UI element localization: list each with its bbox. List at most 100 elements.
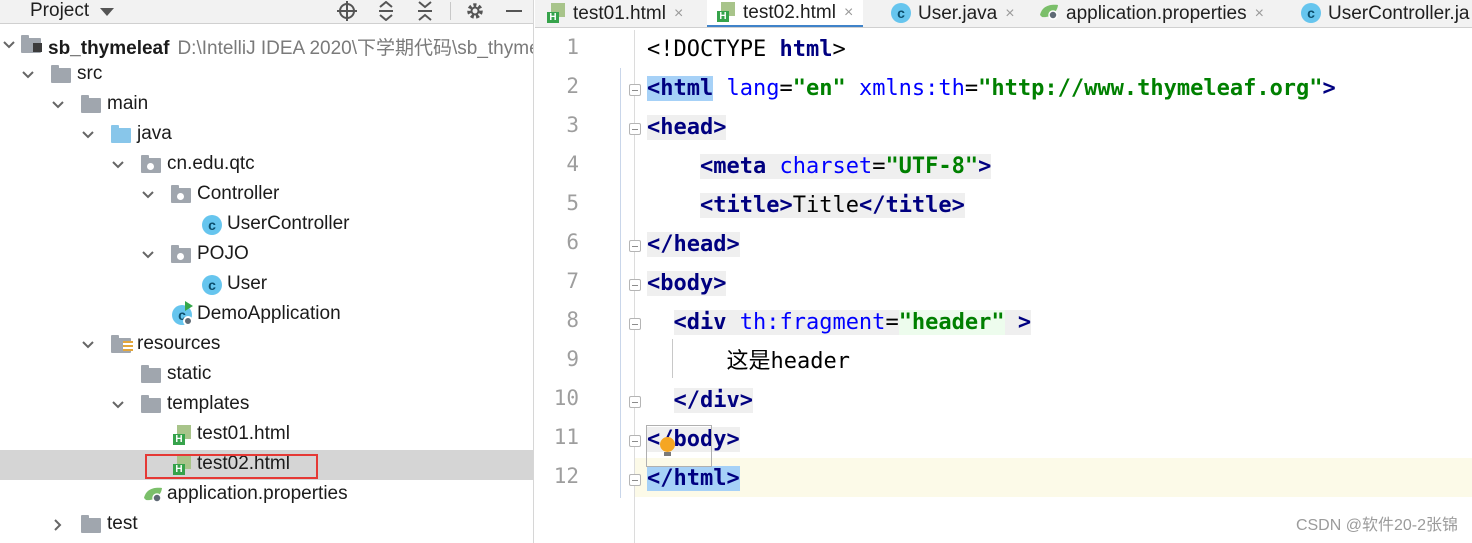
class-icon: c	[201, 275, 223, 295]
chevron-down-icon[interactable]	[111, 398, 125, 412]
tree-item-resources[interactable]: resources	[0, 330, 533, 360]
tree-item-application-properties[interactable]: application.properties	[0, 480, 533, 510]
tab-usercontroller-java[interactable]: c UserController.ja	[1300, 0, 1470, 27]
tree-item-usercontroller[interactable]: c UserController	[0, 210, 533, 240]
tree-item-test01-html[interactable]: H test01.html	[0, 420, 533, 450]
source-folder-icon	[111, 125, 133, 145]
lightbulb-icon[interactable]	[660, 437, 676, 457]
code-line-8[interactable]: <div th:fragment="header" >	[647, 303, 1032, 342]
code-line-7[interactable]: <body>	[647, 264, 727, 303]
tree-item-java[interactable]: java	[0, 120, 533, 150]
line-number: 12	[553, 464, 579, 488]
line-number: 8	[566, 308, 579, 332]
fold-marker-icon[interactable]	[629, 240, 641, 252]
line-number: 9	[566, 347, 579, 371]
class-icon: c	[890, 3, 912, 25]
tree-item-label: java	[137, 123, 172, 144]
tree-item-label: DemoApplication	[197, 303, 341, 324]
project-view-dropdown-icon[interactable]	[100, 8, 114, 16]
resources-folder-icon	[111, 335, 133, 355]
tab-application-properties[interactable]: application.properties ×	[1038, 0, 1264, 27]
chevron-down-icon[interactable]	[141, 188, 155, 202]
properties-file-icon	[141, 485, 163, 505]
project-tool-window: Project sb_thymeleaf D:\IntelliJ IDEA 202…	[0, 0, 534, 543]
fold-marker-icon[interactable]	[629, 123, 641, 135]
tree-item-label: sb_thymeleaf	[48, 38, 170, 59]
line-number: 6	[566, 230, 579, 254]
html-file-icon: H	[171, 425, 193, 445]
tree-item-label: main	[107, 93, 149, 114]
folder-icon	[81, 515, 103, 535]
gear-icon[interactable]	[463, 0, 487, 22]
tree-item-sb-thymeleaf[interactable]: sb_thymeleaf D:\IntelliJ IDEA 2020\下学期代码\…	[0, 30, 534, 60]
tab-test01-html[interactable]: H test01.html ×	[545, 0, 683, 27]
chevron-down-icon[interactable]	[81, 338, 95, 352]
tree-item-templates[interactable]: templates	[0, 390, 533, 420]
package-icon	[171, 245, 193, 265]
close-icon[interactable]: ×	[1255, 5, 1264, 23]
fold-marker-icon[interactable]	[629, 84, 641, 96]
chevron-down-icon[interactable]	[81, 128, 95, 142]
fold-marker-icon[interactable]	[629, 318, 641, 330]
tree-item-controller[interactable]: Controller	[0, 180, 533, 210]
selection-highlight-box	[145, 454, 318, 479]
line-number: 2	[566, 74, 579, 98]
code-line-9[interactable]: 这是header	[647, 342, 849, 381]
chevron-right-icon[interactable]	[51, 518, 65, 532]
tree-item-label: Controller	[197, 183, 280, 204]
code-line-1[interactable]: <!DOCTYPE html>	[647, 30, 846, 69]
fold-marker-icon[interactable]	[629, 435, 641, 447]
tab-label: UserController.ja	[1328, 3, 1470, 24]
fold-marker-icon[interactable]	[629, 474, 641, 486]
line-number: 7	[566, 269, 579, 293]
code-editor: H test01.html × H test02.html × c User.j…	[535, 0, 1472, 543]
collapse-all-icon[interactable]	[413, 0, 437, 22]
tab-user-java[interactable]: c User.java ×	[890, 0, 1015, 27]
line-number: 5	[566, 191, 579, 215]
tree-item-user[interactable]: c User	[0, 270, 533, 300]
code-line-10[interactable]: </div>	[647, 381, 753, 420]
tab-label: test02.html	[743, 1, 836, 23]
code-line-5[interactable]: <title>Title</title>	[647, 186, 965, 225]
close-icon[interactable]: ×	[1005, 5, 1014, 23]
editor-tabs: H test01.html × H test02.html × c User.j…	[535, 0, 1472, 28]
code-line-2[interactable]: <html lang="en" xmlns:th="http://www.thy…	[647, 69, 1336, 108]
close-icon[interactable]: ×	[844, 4, 853, 22]
tree-item-cn-edu-qtc[interactable]: cn.edu.qtc	[0, 150, 533, 180]
code-line-6[interactable]: </head>	[647, 225, 740, 264]
locate-icon[interactable]	[335, 0, 359, 22]
folder-icon	[141, 395, 163, 415]
project-title[interactable]: Project	[30, 0, 89, 22]
line-number: 1	[566, 35, 579, 59]
tree-item-test[interactable]: test	[0, 510, 533, 540]
package-icon	[141, 155, 163, 175]
class-icon: c	[201, 215, 223, 235]
fold-guide-line	[620, 68, 621, 498]
close-icon[interactable]: ×	[674, 5, 683, 23]
tree-item-demoapplication[interactable]: c DemoApplication	[0, 300, 533, 330]
chevron-down-icon[interactable]	[51, 98, 65, 112]
module-path: D:\IntelliJ IDEA 2020\下学期代码\sb_thyme	[177, 38, 534, 59]
tree-item-static[interactable]: static	[0, 360, 533, 390]
chevron-down-icon[interactable]	[111, 158, 125, 172]
code-line-3[interactable]: <head>	[647, 108, 727, 147]
fold-marker-icon[interactable]	[629, 396, 641, 408]
project-header: Project	[0, 0, 533, 24]
minimize-icon[interactable]	[502, 0, 526, 22]
tab-label: application.properties	[1066, 3, 1247, 24]
tree-item-pojo[interactable]: POJO	[0, 240, 533, 270]
expand-all-icon[interactable]	[374, 0, 398, 22]
line-number: 4	[566, 152, 579, 176]
tree-item-label: test	[107, 513, 138, 534]
tree-item-src[interactable]: src	[0, 60, 533, 90]
tree-item-label: resources	[137, 333, 221, 354]
fold-marker-icon[interactable]	[629, 279, 641, 291]
tree-item-label: src	[77, 63, 103, 84]
tree-item-main[interactable]: main	[0, 90, 533, 120]
chevron-down-icon[interactable]	[2, 38, 16, 52]
chevron-down-icon[interactable]	[141, 248, 155, 262]
chevron-down-icon[interactable]	[21, 68, 35, 82]
tab-test02-html[interactable]: H test02.html ×	[707, 0, 864, 27]
line-number: 11	[553, 425, 579, 449]
code-line-4[interactable]: <meta charset="UTF-8">	[647, 147, 992, 186]
